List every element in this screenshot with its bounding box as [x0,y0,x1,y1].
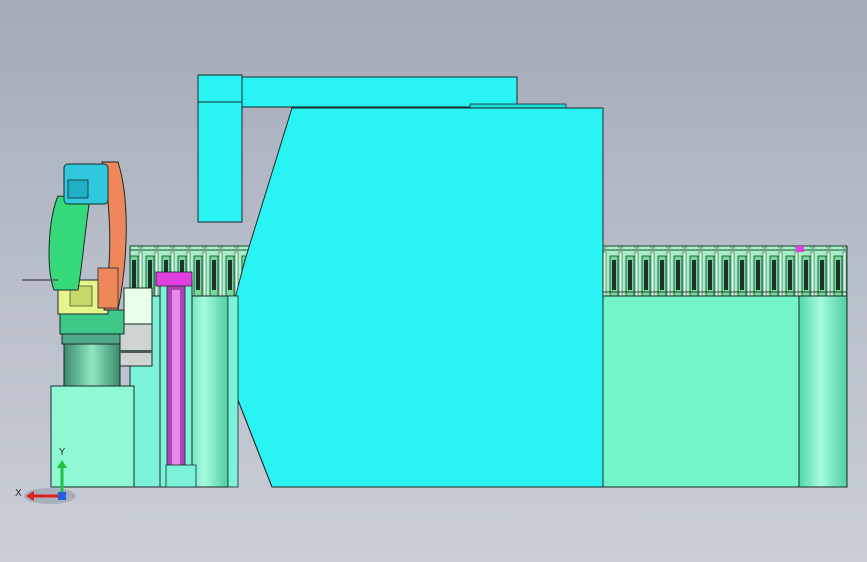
robot-riser [63,341,121,387]
press-brake[interactable] [197,74,604,488]
press-side-frame [231,107,604,488]
triad-x-label: X [15,488,22,499]
lift-rail-core [172,290,180,478]
conveyor-sensor [796,246,804,252]
motor-housing [123,287,153,325]
press-floor-plate [227,295,239,488]
lift-carriage [155,271,193,287]
robot-lower-arm [48,195,91,291]
side-table-column [798,295,848,488]
press-cap [469,103,567,109]
side-table-body [602,295,800,488]
side-table-right [602,295,848,488]
triad-z-axis [58,492,66,500]
cad-graphics-viewport[interactable]: Y X [0,0,867,562]
robot-riser-flange [61,333,123,345]
press-hanging-block [197,74,243,223]
motor-unit [119,287,153,367]
robot-arm[interactable] [22,161,127,335]
robot-wrist [67,179,89,199]
roller-conveyor-right [602,245,848,297]
conveyor-track-right [602,245,848,297]
motor-band [120,350,152,353]
lift-foot [165,464,197,488]
press-top-beam [197,76,518,108]
robot-counterweight [97,267,119,309]
triad-y-label: Y [58,447,66,458]
assembly-scene[interactable]: Y X [0,0,867,562]
motor-body [119,323,153,367]
lift-column[interactable] [155,271,197,488]
